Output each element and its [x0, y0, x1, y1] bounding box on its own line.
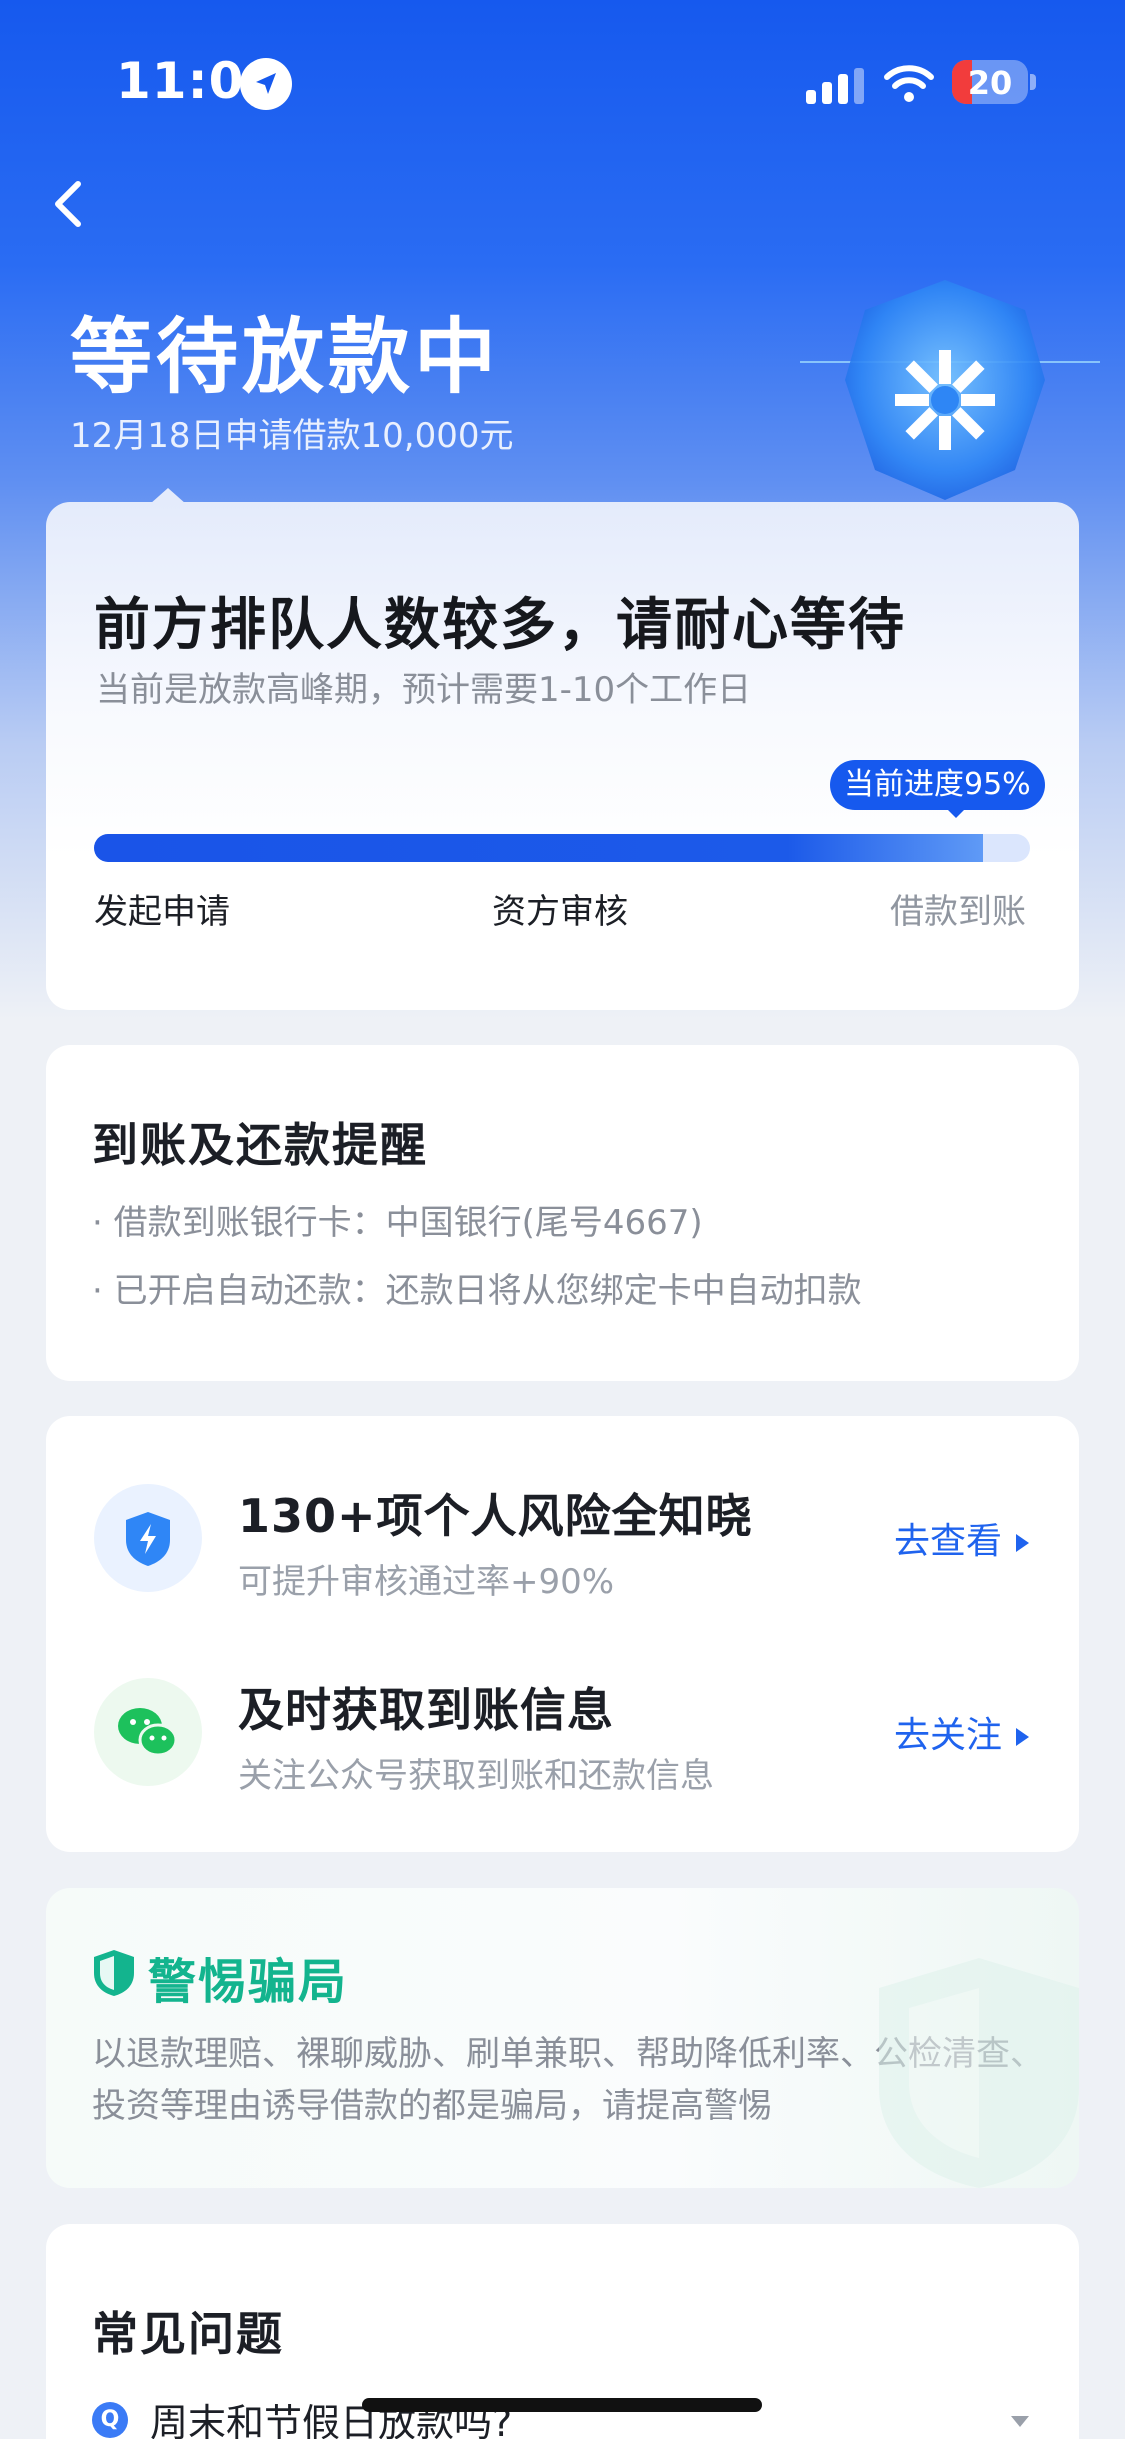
risk-report-title: 130+项个人风险全知晓 [238, 1489, 753, 1543]
progress-title: 前方排队人数较多，请耐心等待 [94, 593, 906, 658]
progress-subtitle: 当前是放款高峰期，预计需要1-10个工作日 [96, 670, 752, 710]
status-bar: 11:09 20 [0, 0, 1125, 160]
services-card: 130+项个人风险全知晓 可提升审核通过率+90% 去查看 及时获取到账信息 关… [46, 1416, 1079, 1852]
triangle-right-icon [1016, 1534, 1029, 1552]
location-arrow-icon [240, 58, 292, 110]
progress-badge-pointer [946, 808, 966, 818]
risk-report-subtitle: 可提升审核通过率+90% [238, 1562, 615, 1602]
question-badge-icon: Q [92, 2402, 128, 2438]
shield-watermark-icon [879, 1958, 1079, 2188]
back-button[interactable] [40, 168, 100, 240]
progress-badge: 当前进度95% [830, 760, 1045, 810]
chevron-down-icon[interactable] [1011, 2416, 1029, 2427]
progress-fill [94, 834, 984, 862]
step-review: 资方审核 [492, 892, 628, 932]
home-indicator [362, 2398, 762, 2412]
fraud-warning-card: 警惕骗局 以退款理赔、裸聊威胁、刷单兼职、帮助降低利率、公检清查、投资等理由诱导… [46, 1888, 1079, 2188]
reminder-auto-repay: · 已开启自动还款：还款日将从您绑定卡中自动扣款 [92, 1271, 862, 1311]
battery-icon: 20 [952, 60, 1028, 104]
signal-icon [806, 68, 864, 104]
follow-link-label: 去关注 [893, 1715, 1002, 1756]
wechat-notify-title: 及时获取到账信息 [238, 1683, 614, 1737]
loan-application-summary: 12月18日申请借款10,000元 [70, 416, 514, 456]
battery-tip [1030, 74, 1036, 90]
reminder-title: 到账及还款提醒 [92, 1118, 428, 1172]
wechat-icon [94, 1678, 202, 1786]
faq-title: 常见问题 [92, 2307, 284, 2361]
fraud-warning-title: 警惕骗局 [148, 1954, 349, 2010]
wechat-notify-subtitle: 关注公众号获取到账和还款信息 [238, 1756, 714, 1796]
step-disbursed: 借款到账 [890, 892, 1026, 932]
shield-check-icon [94, 1950, 134, 1996]
step-apply: 发起申请 [94, 892, 230, 932]
view-risk-report-link[interactable]: 去查看 [894, 1512, 1029, 1564]
triangle-right-icon [1016, 1728, 1029, 1746]
wifi-icon [884, 62, 934, 104]
page-title: 等待放款中 [70, 310, 501, 405]
brand-badge-icon [800, 270, 1100, 520]
reminder-bank-card: · 借款到账银行卡：中国银行(尾号4667) [92, 1203, 703, 1243]
battery-level: 20 [967, 64, 1013, 102]
view-link-label: 去查看 [893, 1521, 1002, 1562]
follow-account-link[interactable]: 去关注 [894, 1706, 1029, 1758]
progress-track [94, 834, 1030, 862]
progress-card: 前方排队人数较多，请耐心等待 当前是放款高峰期，预计需要1-10个工作日 当前进… [46, 502, 1079, 1010]
chevron-left-icon [55, 181, 81, 227]
reminder-card: 到账及还款提醒 · 借款到账银行卡：中国银行(尾号4667) · 已开启自动还款… [46, 1045, 1079, 1381]
shield-lightning-icon [94, 1484, 202, 1592]
